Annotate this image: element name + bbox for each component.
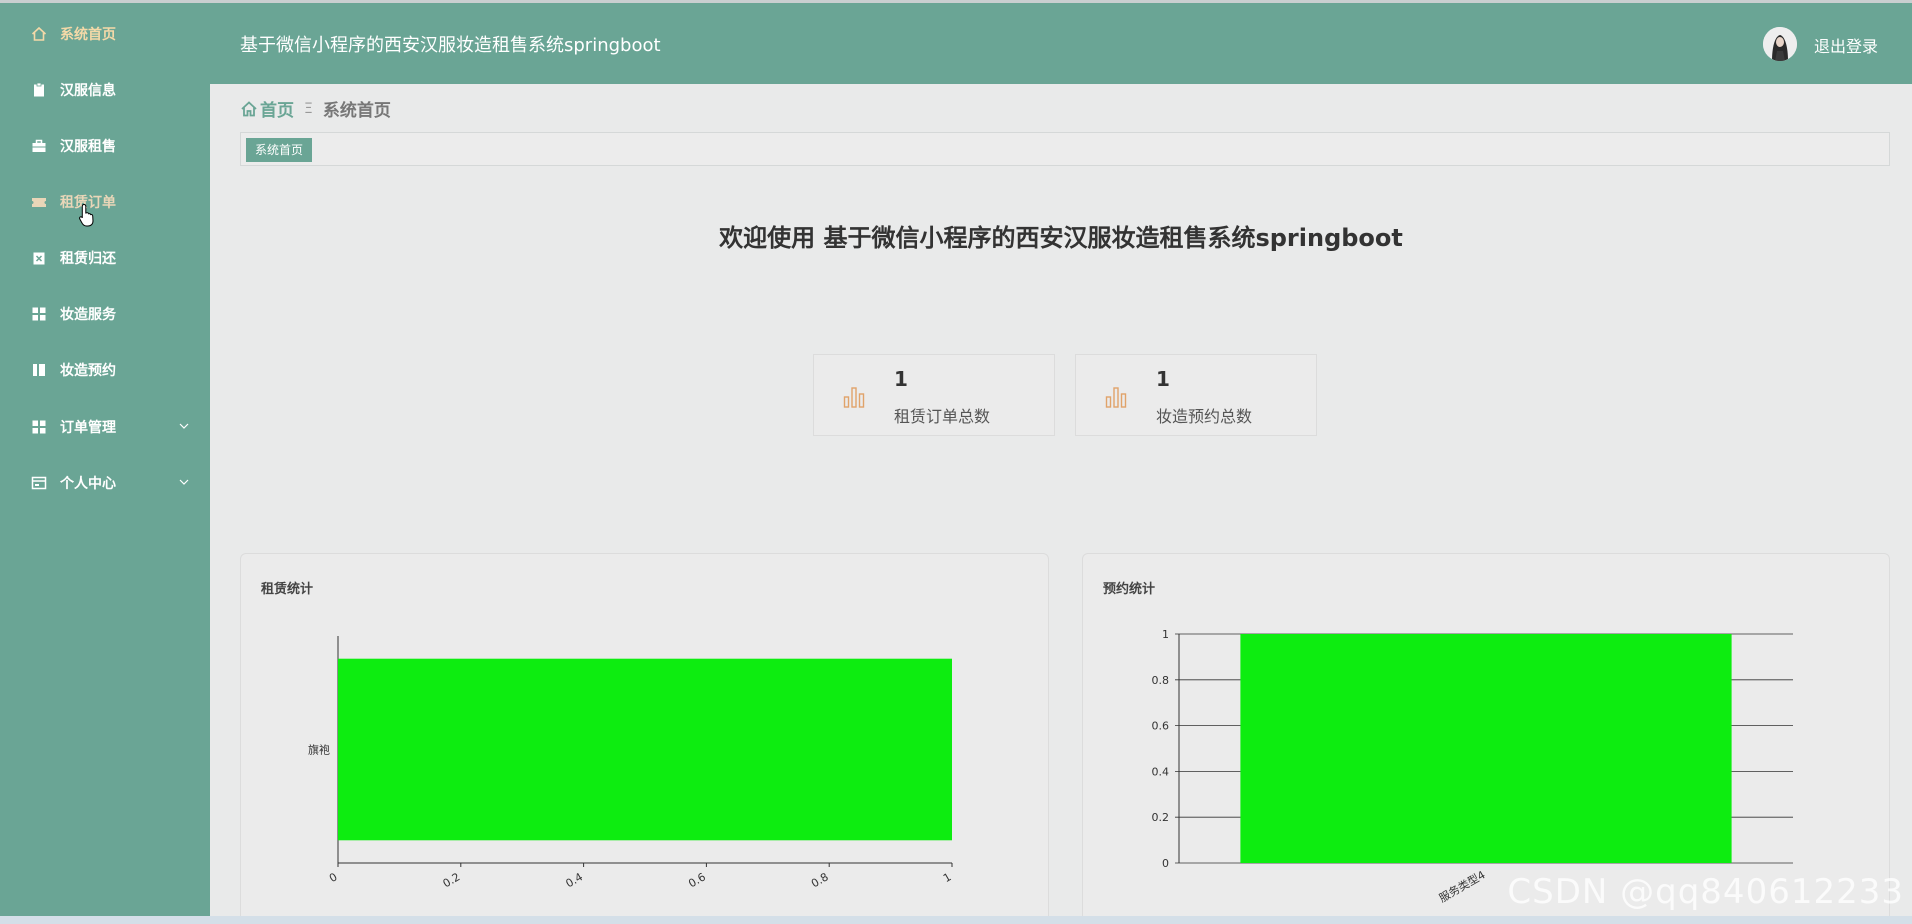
x-tick-label: 0.4	[563, 870, 585, 890]
book-icon	[30, 361, 48, 379]
sidebar-item-label: 订单管理	[60, 420, 116, 436]
rental-stats-chart: 旗袍 0 0.2 0.4 0.6 0.8 1	[308, 636, 954, 890]
y-tick-label: 旗袍	[308, 743, 330, 757]
chevron-down-icon	[179, 479, 189, 485]
sidebar-item-order-management[interactable]: 订单管理	[0, 407, 210, 447]
watermark: CSDN @qq840612233	[1507, 872, 1904, 912]
x-tick-label: 0	[327, 870, 340, 885]
home-icon	[30, 25, 48, 43]
x-tick-label: 0.2	[441, 870, 463, 890]
sidebar-item-label: 汉服租售	[60, 139, 116, 155]
booking-stats-chart: 0 0.2 0.4 0.6 0.8 1 服务类型4	[1152, 628, 1793, 905]
briefcase-icon	[30, 137, 48, 155]
sidebar-item-label: 汉服信息	[60, 83, 116, 99]
bar	[338, 658, 952, 841]
breadcrumb: 首页 Ξ 系统首页	[240, 96, 391, 121]
sidebar-item-hanfu-sale[interactable]: 汉服租售	[0, 126, 210, 166]
bar-chart-icon	[1105, 387, 1127, 408]
sidebar-item-makeup-booking[interactable]: 妆造预约	[0, 350, 210, 390]
stat-value: 1	[894, 367, 908, 391]
stat-value: 1	[1156, 367, 1170, 391]
tag-home[interactable]: 系统首页	[246, 138, 313, 162]
breadcrumb-current: 系统首页	[322, 101, 391, 121]
hand-cursor-icon	[79, 203, 94, 227]
sidebar-item-home[interactable]: 系统首页	[0, 14, 210, 54]
sidebar-item-label: 租赁归还	[60, 251, 116, 267]
site-title: 基于微信小程序的西安汉服妆造租售系统springboot	[240, 35, 661, 56]
y-tick-label: 0.8	[1152, 674, 1170, 687]
taskbar-edge	[0, 916, 1912, 924]
sidebar-item-label: 妆造服务	[60, 307, 116, 323]
sidebar: 系统首页 汉服信息 汉服租售 租赁订单 租赁归还 妆造服务 妆造预约 订单管理 …	[0, 0, 210, 924]
grid-icon	[30, 418, 48, 436]
sidebar-item-label: 个人中心	[60, 476, 116, 492]
clipboard-x-icon	[30, 249, 48, 267]
y-tick-label: 0.6	[1152, 720, 1170, 733]
clipboard-icon	[30, 81, 48, 99]
sidebar-item-rental-orders[interactable]: 租赁订单	[0, 182, 210, 222]
y-tick-label: 0.4	[1152, 765, 1170, 778]
top-bar: 基于微信小程序的西安汉服妆造租售系统springboot 退出登录	[210, 0, 1912, 84]
breadcrumb-home[interactable]: 首页	[240, 96, 294, 121]
y-tick-label: 1	[1162, 628, 1169, 641]
chevron-down-icon	[179, 423, 189, 429]
logout-link[interactable]: 退出登录	[1814, 33, 1878, 57]
home-icon	[241, 100, 257, 116]
rental-stats-panel: 租赁统计 旗袍 0 0.2 0.4 0.6 0.8 1	[240, 553, 1049, 924]
stat-label: 租赁订单总数	[894, 407, 991, 426]
x-tick-label: 0.6	[686, 870, 708, 890]
sidebar-item-personal-center[interactable]: 个人中心	[0, 463, 210, 503]
breadcrumb-home-label: 首页	[260, 101, 294, 121]
tags-bar: 系统首页	[240, 132, 1890, 166]
ticket-icon	[30, 193, 48, 211]
stat-card-makeup-bookings: 1 妆造预约总数	[1075, 354, 1317, 436]
sidebar-item-makeup-service[interactable]: 妆造服务	[0, 294, 210, 334]
bar-chart-icon	[843, 387, 865, 408]
sidebar-item-rental-return[interactable]: 租赁归还	[0, 238, 210, 278]
sidebar-item-hanfu-info[interactable]: 汉服信息	[0, 70, 210, 110]
sidebar-item-label: 妆造预约	[60, 363, 116, 379]
booking-stats-panel: 预约统计 0 0.2 0.4 0.6 0.8 1 服务类型4	[1082, 553, 1890, 924]
avatar[interactable]	[1763, 27, 1797, 61]
y-tick-label: 0.2	[1152, 811, 1170, 824]
stat-label: 妆造预约总数	[1156, 407, 1253, 426]
bar	[1240, 634, 1732, 863]
x-tick-label: 服务类型4	[1436, 867, 1487, 905]
breadcrumb-separator: Ξ	[304, 100, 313, 117]
grid-icon	[30, 305, 48, 323]
y-tick-label: 0	[1162, 857, 1169, 870]
stat-card-rental-orders: 1 租赁订单总数	[813, 354, 1055, 436]
card-icon	[30, 474, 48, 492]
welcome-heading: 欢迎使用 基于微信小程序的西安汉服妆造租售系统springboot	[719, 224, 1403, 252]
x-tick-label: 1	[941, 870, 954, 885]
sidebar-item-label: 系统首页	[60, 27, 116, 43]
x-tick-label: 0.8	[809, 870, 831, 890]
